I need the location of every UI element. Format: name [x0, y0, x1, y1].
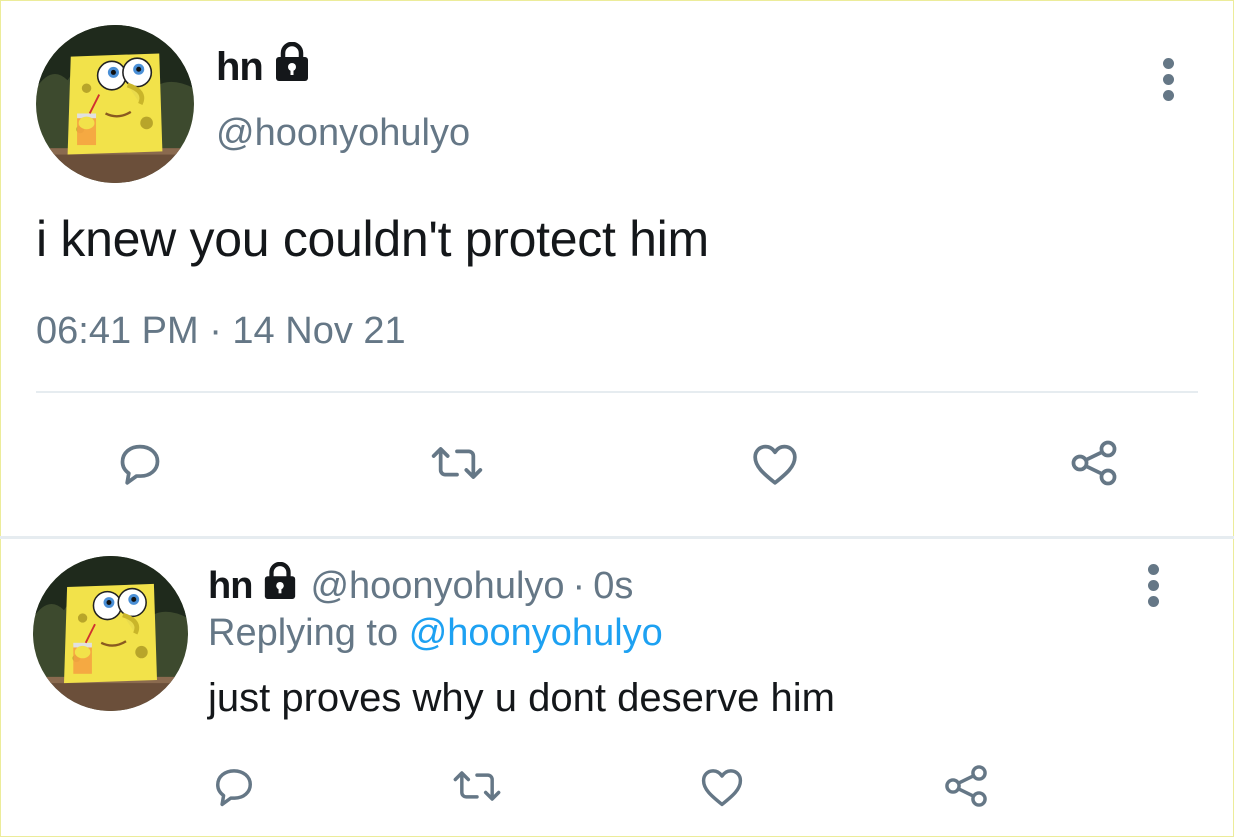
retweet-icon — [453, 771, 501, 801]
lock-icon — [273, 41, 311, 92]
divider — [36, 391, 1198, 393]
tweet-text: i knew you couldn't protect him — [36, 211, 709, 267]
reply-text: just proves why u dont deserve him — [208, 676, 835, 720]
display-name-text[interactable]: hn — [216, 45, 264, 90]
tweet-timestamp[interactable]: 06:41 PM · 14 Nov 21 — [36, 310, 406, 353]
reply-avatar[interactable] — [33, 556, 188, 711]
share-icon — [1071, 440, 1117, 486]
more-options-icon[interactable] — [1158, 58, 1178, 106]
replying-to: Replying to @hoonyohulyo — [208, 612, 663, 655]
spongebob-avatar-image — [33, 556, 188, 711]
reply-header: hn @hoonyohulyo · 0s — [208, 561, 633, 610]
separator-dot: · — [572, 564, 586, 607]
retweet-icon — [431, 447, 483, 479]
share-button[interactable] — [936, 758, 996, 814]
avatar[interactable] — [36, 25, 194, 183]
reply-age[interactable]: 0s — [593, 565, 633, 608]
more-options-icon[interactable] — [1143, 564, 1163, 612]
share-button[interactable] — [1062, 433, 1126, 493]
spongebob-avatar-image — [36, 25, 194, 183]
reply-display-name[interactable]: hn — [208, 565, 253, 608]
main-tweet: hn @hoonyohulyo i knew you couldn't prot… — [0, 0, 1234, 538]
like-icon — [701, 769, 743, 807]
like-icon — [753, 444, 797, 485]
like-button[interactable] — [692, 758, 752, 814]
share-icon — [945, 765, 987, 807]
replying-mention[interactable]: @hoonyohulyo — [409, 612, 663, 654]
retweet-button[interactable] — [422, 433, 492, 493]
reply-icon — [216, 769, 252, 807]
handle[interactable]: @hoonyohulyo — [216, 112, 470, 155]
display-name[interactable]: hn — [216, 41, 311, 92]
replying-prefix: Replying to — [208, 612, 399, 654]
reply-button[interactable] — [110, 433, 170, 493]
like-button[interactable] — [742, 433, 808, 493]
retweet-button[interactable] — [444, 758, 510, 814]
section-divider — [0, 536, 1234, 539]
reply-handle[interactable]: @hoonyohulyo — [310, 565, 564, 608]
reply-icon — [120, 444, 160, 485]
lock-icon — [262, 561, 298, 610]
reply-button[interactable] — [206, 758, 262, 814]
